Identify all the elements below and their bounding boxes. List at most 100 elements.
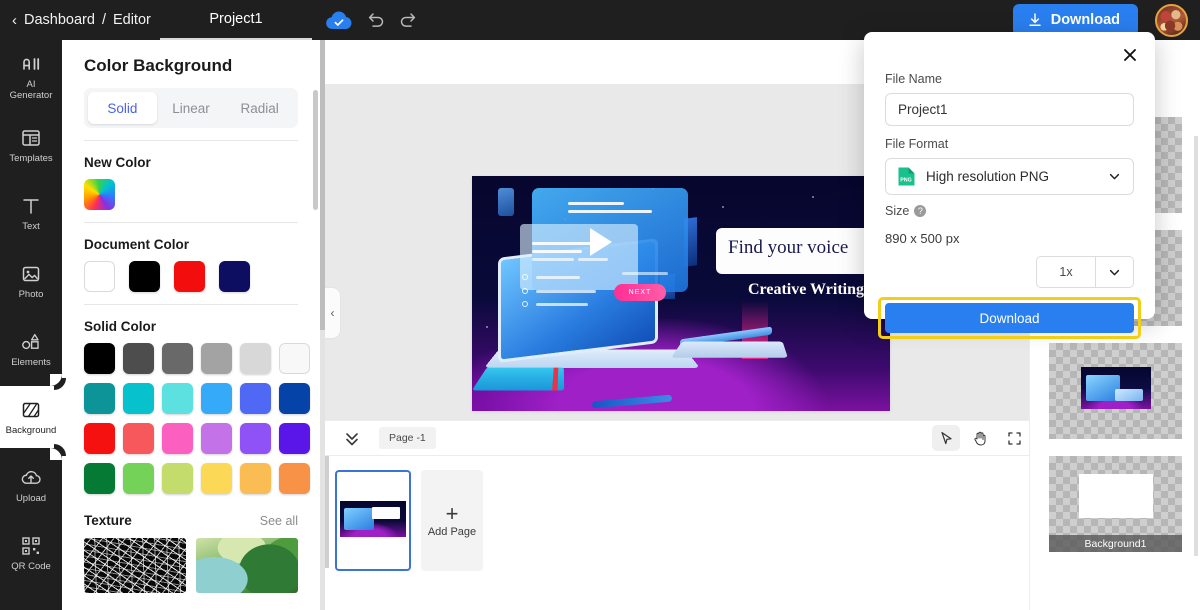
artwork-phone <box>498 188 514 216</box>
document-color-swatches <box>84 261 298 292</box>
size-row: Size ? <box>885 204 1134 218</box>
texture-thumbnail[interactable] <box>196 538 298 593</box>
select-tool[interactable] <box>932 425 960 451</box>
color-swatch[interactable] <box>201 383 232 414</box>
color-swatch[interactable] <box>162 423 193 454</box>
color-swatch[interactable] <box>240 423 271 454</box>
tab-solid[interactable]: Solid <box>88 92 157 124</box>
add-page-button[interactable]: + Add Page <box>421 470 483 571</box>
divider <box>84 222 298 223</box>
project-tab[interactable]: Project1 <box>160 0 312 40</box>
color-swatch[interactable] <box>162 463 193 494</box>
sidebar-item-label: Templates <box>0 153 62 164</box>
color-swatch[interactable] <box>84 463 115 494</box>
redo-icon[interactable] <box>398 9 420 31</box>
document-color-heading: Document Color <box>84 237 298 252</box>
texture-thumbnail[interactable] <box>84 538 186 593</box>
color-swatch[interactable] <box>84 343 115 374</box>
page-thumbnail[interactable] <box>335 470 411 571</box>
sidebar-item-label: AIGenerator <box>0 79 62 101</box>
cursor-icon <box>939 431 954 446</box>
ai-generator-icon <box>20 53 42 75</box>
sidebar-item-qr-code[interactable]: QR Code <box>0 522 62 584</box>
panel-collapse-button[interactable]: ‹ <box>325 287 341 339</box>
sidebar-item-ai-generator[interactable]: AIGenerator <box>0 46 62 108</box>
sidebar-item-elements[interactable]: Elements <box>0 318 62 380</box>
color-swatch[interactable] <box>174 261 205 292</box>
left-rail: AIGenerator Templates Text <box>0 40 62 610</box>
design-canvas[interactable]: NEXT Find your voice Creative Writing <box>472 176 890 411</box>
sidebar-item-templates[interactable]: Templates <box>0 114 62 176</box>
artwork-overlay-card <box>520 224 638 290</box>
download-icon <box>1027 12 1043 28</box>
sidebar-item-label: Photo <box>0 289 62 300</box>
sidebar-item-background[interactable]: Background <box>0 386 62 448</box>
color-swatch[interactable] <box>123 423 154 454</box>
double-chevron-down-icon[interactable] <box>341 427 363 449</box>
color-swatch[interactable] <box>240 383 271 414</box>
layer-label: Background1 <box>1049 535 1182 552</box>
color-swatch[interactable] <box>279 383 310 414</box>
breadcrumb[interactable]: ‹ Dashboard / Editor <box>12 0 151 40</box>
text-icon <box>20 195 42 217</box>
gradient-type-tabs: Solid Linear Radial <box>84 88 298 128</box>
color-swatch[interactable] <box>279 423 310 454</box>
avatar[interactable] <box>1155 4 1188 37</box>
file-name-input[interactable] <box>885 93 1134 126</box>
sidebar-item-label: Elements <box>0 357 62 368</box>
breadcrumb-editor[interactable]: Editor <box>113 12 151 28</box>
color-swatch[interactable] <box>84 261 115 292</box>
layer-item-background[interactable]: Background1 <box>1049 456 1182 552</box>
dialog-download-button[interactable]: Download <box>885 303 1134 333</box>
color-swatch[interactable] <box>123 463 154 494</box>
color-swatch[interactable] <box>162 383 193 414</box>
color-swatch[interactable] <box>240 343 271 374</box>
color-swatch[interactable] <box>279 343 310 374</box>
file-format-value: High resolution PNG <box>926 169 1097 184</box>
color-swatch[interactable] <box>162 343 193 374</box>
artwork-book <box>472 368 564 391</box>
artwork-play-icon <box>590 228 612 256</box>
help-icon[interactable]: ? <box>914 205 926 217</box>
chevron-down-icon <box>1107 169 1122 184</box>
sidebar-item-photo[interactable]: Photo <box>0 250 62 312</box>
texture-see-all-link[interactable]: See all <box>260 514 298 528</box>
layer-item[interactable] <box>1049 343 1182 439</box>
sidebar-item-upload[interactable]: Upload <box>0 454 62 516</box>
fit-screen-tool[interactable] <box>1000 425 1028 451</box>
color-swatch[interactable] <box>123 383 154 414</box>
hand-tool[interactable] <box>966 425 994 451</box>
layer-thumbnail-background <box>1079 474 1153 518</box>
background-panel: Color Background Solid Linear Radial New… <box>62 40 320 610</box>
color-swatch[interactable] <box>201 423 232 454</box>
color-swatch[interactable] <box>279 463 310 494</box>
color-swatch[interactable] <box>201 463 232 494</box>
page-chip[interactable]: Page -1 <box>379 427 436 449</box>
file-format-select[interactable]: PNG High resolution PNG <box>885 158 1134 195</box>
sidebar-item-text[interactable]: Text <box>0 182 62 244</box>
pages-scrollbar[interactable] <box>325 456 329 568</box>
color-swatch[interactable] <box>240 463 271 494</box>
close-icon[interactable] <box>1119 44 1141 66</box>
scale-select[interactable]: 1x <box>1036 256 1134 288</box>
layer-thumbnail-image <box>1081 367 1151 409</box>
color-swatch[interactable] <box>84 383 115 414</box>
color-swatch[interactable] <box>123 343 154 374</box>
layers-scrollbar[interactable] <box>1194 136 1198 556</box>
cloud-check-icon[interactable] <box>326 11 352 30</box>
undo-icon[interactable] <box>364 9 386 31</box>
sidebar-item-label: QR Code <box>0 561 62 572</box>
color-swatch[interactable] <box>219 261 250 292</box>
color-swatch[interactable] <box>129 261 160 292</box>
panel-scrollbar[interactable] <box>313 90 318 210</box>
tab-linear[interactable]: Linear <box>157 92 226 124</box>
tab-radial[interactable]: Radial <box>225 92 294 124</box>
color-swatch[interactable] <box>84 423 115 454</box>
page-title: Color Background <box>84 40 298 88</box>
color-swatch[interactable] <box>201 343 232 374</box>
color-wheel-swatch[interactable] <box>84 179 115 210</box>
upload-icon <box>20 467 42 489</box>
texture-list <box>84 538 298 593</box>
png-file-icon: PNG <box>897 166 916 187</box>
breadcrumb-dashboard[interactable]: Dashboard <box>24 12 95 28</box>
